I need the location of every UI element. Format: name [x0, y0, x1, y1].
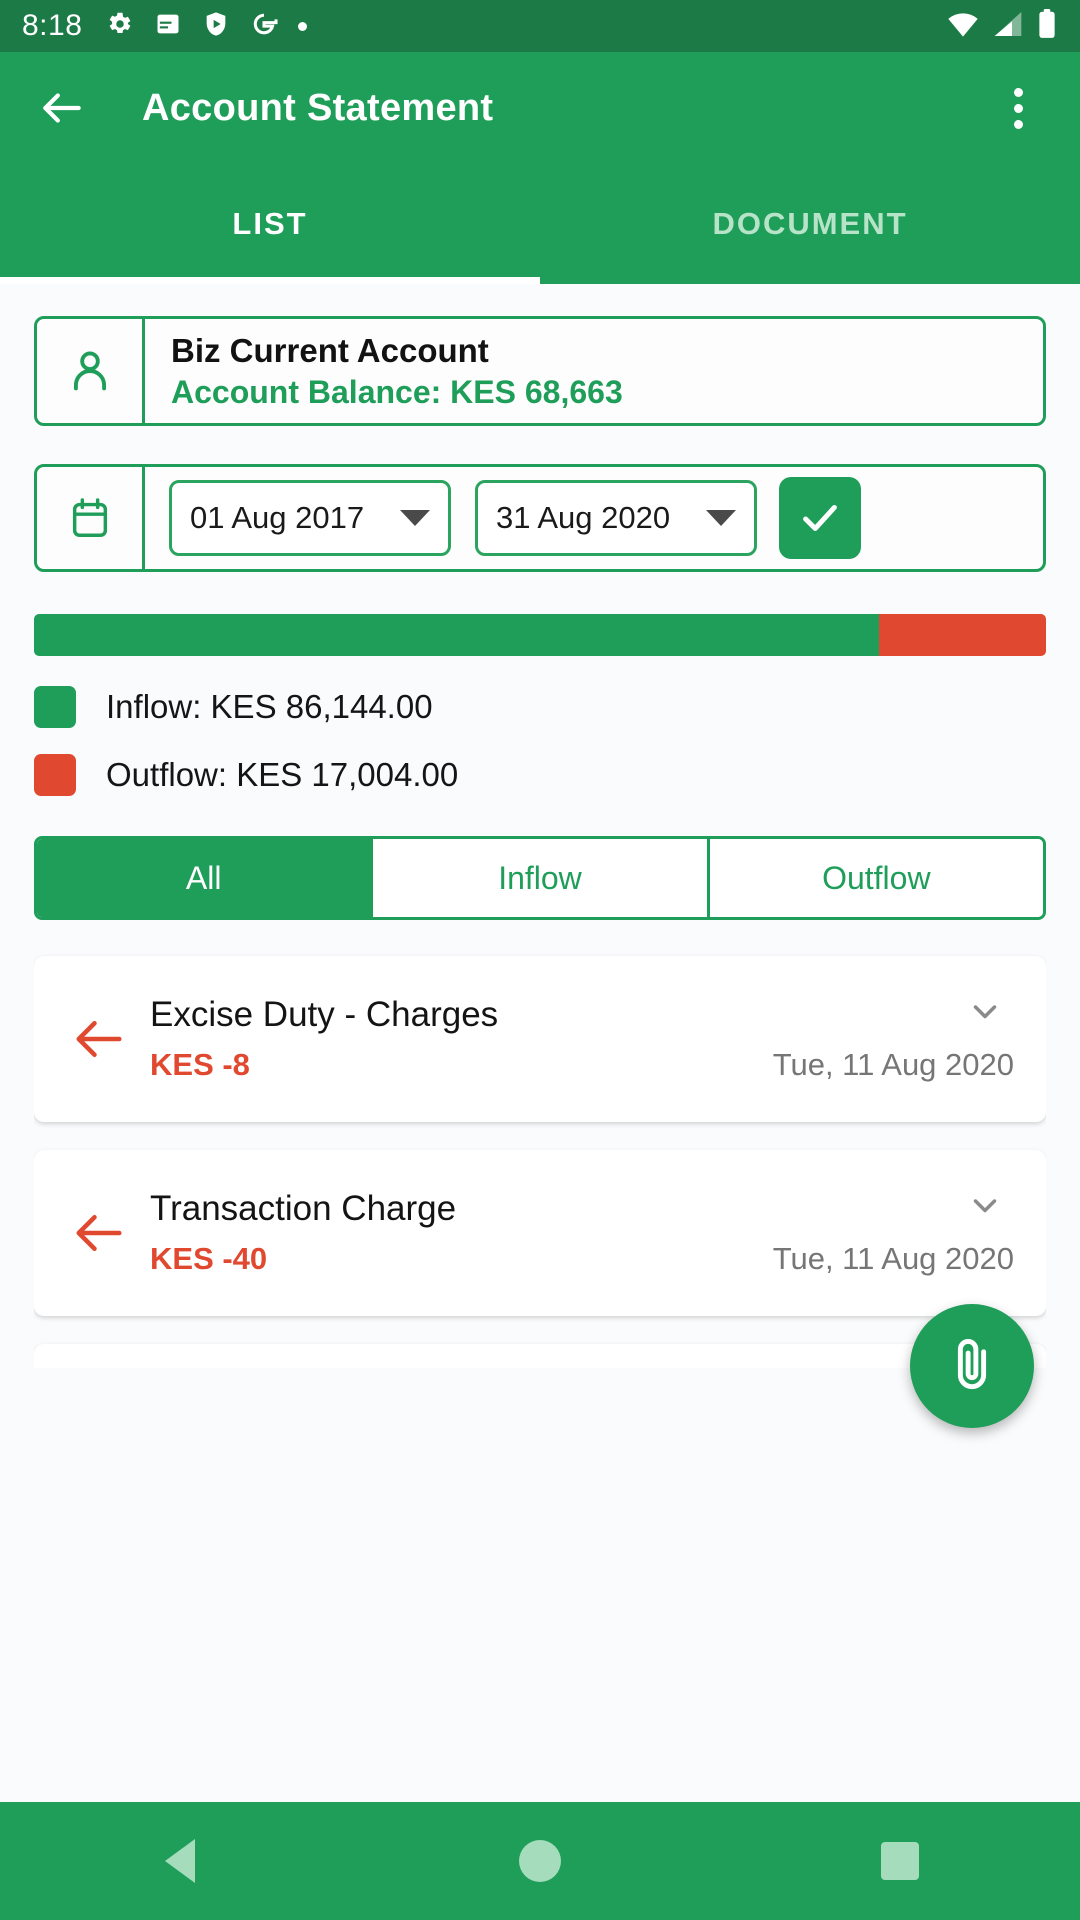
- transaction-amount: KES -8: [150, 1047, 250, 1082]
- account-icon-cell: [37, 319, 145, 423]
- date-icon-cell: [37, 467, 145, 569]
- calendar-icon: [72, 498, 107, 537]
- inflow-swatch-icon: [34, 686, 76, 728]
- google-g-icon: [250, 10, 278, 43]
- filter-tab-all[interactable]: All: [37, 839, 371, 917]
- filter-tab-inflow[interactable]: Inflow: [370, 839, 707, 917]
- inflow-bar-segment: [34, 614, 880, 656]
- dot-icon: [298, 21, 308, 31]
- cellular-signal-icon: [992, 10, 1024, 43]
- flow-legend: Inflow: KES 86,144.00 Outflow: KES 17,00…: [34, 686, 1046, 796]
- nav-back-button[interactable]: [120, 1821, 240, 1901]
- account-card[interactable]: Biz Current Account Account Balance: KES…: [34, 316, 1046, 426]
- app-screen: 8:18 Account Statement LIST DOCUMENT Biz…: [0, 0, 1080, 1920]
- transaction-body: Excise Duty - Charges KES -8 Tue, 11 Aug…: [138, 995, 1020, 1083]
- outflow-arrow-icon: [60, 1206, 138, 1260]
- nav-home-button[interactable]: [480, 1821, 600, 1901]
- transaction-amount: KES -40: [150, 1241, 268, 1276]
- table-row[interactable]: SMS Charges KES -10 Tue, 11 Aug 2020: [34, 1344, 1046, 1368]
- legend-row-outflow: Outflow: KES 17,004.00: [34, 754, 1046, 796]
- outflow-swatch-icon: [34, 754, 76, 796]
- inflow-outflow-bar: [34, 614, 1046, 656]
- filter-tab-outflow[interactable]: Outflow: [706, 839, 1043, 917]
- table-row[interactable]: Excise Duty - Charges KES -8 Tue, 11 Aug…: [34, 956, 1046, 1122]
- transaction-meta: KES -8 Tue, 11 Aug 2020: [150, 1047, 1020, 1083]
- status-bar-system-icons: [946, 8, 1058, 44]
- attach-document-fab[interactable]: [910, 1304, 1034, 1428]
- article-icon: [154, 10, 182, 43]
- date-from-dropdown[interactable]: 01 Aug 2017: [169, 480, 451, 556]
- transaction-date: Tue, 11 Aug 2020: [772, 1241, 1014, 1276]
- page-title: Account Statement: [142, 86, 494, 129]
- nav-recents-icon: [881, 1842, 919, 1880]
- date-to-value: 31 Aug 2020: [496, 500, 671, 535]
- kebab-dot-icon: [1013, 87, 1023, 97]
- outflow-label: Outflow: KES 17,004.00: [106, 756, 459, 793]
- status-bar-notification-icons: [104, 9, 308, 44]
- account-balance: Account Balance: KES 68,663: [171, 373, 623, 410]
- status-bar-clock: 8:18: [22, 9, 83, 42]
- transaction-date: Tue, 11 Aug 2020: [772, 1047, 1014, 1082]
- gear-icon: [104, 9, 134, 44]
- outflow-bar-segment: [879, 614, 1046, 656]
- tab-active-indicator: [0, 277, 540, 284]
- transaction-body: Transaction Charge KES -40 Tue, 11 Aug 2…: [138, 1189, 1020, 1277]
- apply-date-filter-button[interactable]: [779, 477, 861, 559]
- expand-chevron-down-icon[interactable]: [966, 1186, 1004, 1229]
- nav-back-icon: [165, 1839, 195, 1883]
- overflow-menu-button[interactable]: [990, 80, 1046, 136]
- table-row[interactable]: Transaction Charge KES -40 Tue, 11 Aug 2…: [34, 1150, 1046, 1316]
- date-from-value: 01 Aug 2017: [190, 500, 365, 535]
- tab-bar: LIST DOCUMENT: [0, 164, 1080, 284]
- transaction-filter-tabs: All Inflow Outflow: [34, 836, 1046, 920]
- play-protect-shield-icon: [202, 10, 230, 43]
- status-bar: 8:18: [0, 0, 1080, 52]
- expand-chevron-down-icon[interactable]: [966, 992, 1004, 1035]
- app-bar: Account Statement LIST DOCUMENT: [0, 52, 1080, 284]
- transaction-title: Transaction Charge: [150, 1189, 457, 1228]
- main-content: Biz Current Account Account Balance: KES…: [0, 316, 1080, 1368]
- transaction-list-viewport[interactable]: Excise Duty - Charges KES -8 Tue, 11 Aug…: [34, 920, 1046, 1368]
- legend-row-inflow: Inflow: KES 86,144.00: [34, 686, 1046, 728]
- transaction-title: Excise Duty - Charges: [150, 995, 499, 1034]
- system-navigation-bar: [0, 1802, 1080, 1920]
- account-text: Biz Current Account Account Balance: KES…: [145, 319, 623, 423]
- inflow-label: Inflow: KES 86,144.00: [106, 688, 433, 725]
- outflow-arrow-icon: [60, 1012, 138, 1066]
- nav-recents-button[interactable]: [840, 1821, 960, 1901]
- arrow-left-icon: [43, 93, 81, 123]
- date-to-dropdown[interactable]: 31 Aug 2020: [475, 480, 757, 556]
- attachment-paperclip-icon: [957, 1339, 987, 1390]
- battery-icon: [1036, 8, 1058, 44]
- transaction-meta: KES -40 Tue, 11 Aug 2020: [150, 1241, 1020, 1277]
- person-icon: [73, 351, 106, 391]
- chevron-down-icon: [706, 510, 736, 526]
- check-icon: [803, 504, 837, 532]
- app-bar-top-row: Account Statement: [0, 52, 1080, 164]
- tab-list[interactable]: LIST: [0, 164, 540, 284]
- chevron-down-icon: [400, 510, 430, 526]
- wifi-icon: [946, 10, 980, 43]
- back-button[interactable]: [34, 80, 90, 136]
- tab-document[interactable]: DOCUMENT: [540, 164, 1080, 284]
- transaction-list: Excise Duty - Charges KES -8 Tue, 11 Aug…: [34, 956, 1046, 1368]
- account-name: Biz Current Account: [171, 331, 489, 369]
- kebab-dot-icon: [1013, 119, 1023, 129]
- date-range-filter: 01 Aug 2017 31 Aug 2020: [34, 464, 1046, 572]
- kebab-dot-icon: [1013, 103, 1023, 113]
- nav-home-icon: [519, 1840, 561, 1882]
